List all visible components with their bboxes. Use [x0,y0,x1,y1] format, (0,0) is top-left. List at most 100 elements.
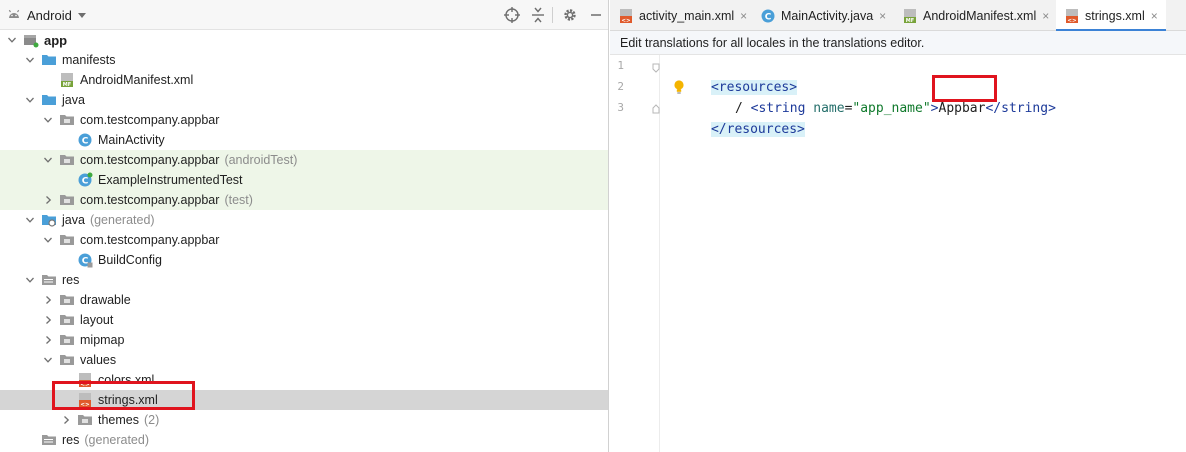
chevron-right-icon[interactable] [60,414,72,426]
gear-icon[interactable] [560,5,580,25]
editor-tab[interactable]: <> strings.xml × [1056,0,1166,32]
fold-close-icon[interactable] [652,104,660,114]
tree-row[interactable]: values [0,350,608,370]
package-icon [60,315,74,325]
manifest-file-icon: MF [904,8,916,24]
package-icon [60,235,74,245]
editor-tab-label: AndroidManifest.xml [923,8,1037,23]
svg-text:C: C [765,12,772,22]
tree-row[interactable]: drawable [0,290,608,310]
tree-row[interactable]: MF AndroidManifest.xml [0,70,608,90]
tree-row[interactable]: res [0,270,608,290]
tree-item-label: mipmap [80,333,125,347]
tree-item-label: com.testcompany.appbar [80,153,220,167]
svg-text:MF: MF [906,18,914,24]
tree-row[interactable]: C BuildConfig [0,250,608,270]
res-folder-icon [42,275,56,285]
line-number-gutter: 1 2 3 [610,55,660,452]
crosshair-icon[interactable] [502,5,522,25]
chevron-down-icon[interactable] [6,34,18,46]
xml-file-icon: <> [1066,8,1078,24]
minimize-icon[interactable] [586,5,606,25]
tree-row[interactable]: java (generated) [0,210,608,230]
tree-item-label: app [44,32,68,48]
module-icon [24,35,39,48]
chevron-down-icon[interactable] [42,154,54,166]
spacer [60,134,72,146]
tree-row[interactable]: mipmap [0,330,608,350]
strings-xml-highlight-box [52,381,195,410]
chevron-down-icon[interactable] [24,274,36,286]
editor-tab[interactable]: MF AndroidManifest.xml × [894,0,1056,31]
tree-item-label: ExampleInstrumentedTest [98,173,243,187]
tree-row[interactable]: com.testcompany.appbar [0,230,608,250]
chevron-right-icon[interactable] [42,334,54,346]
tree-row[interactable]: C ExampleInstrumentedTest [0,170,608,190]
chevron-down-icon[interactable] [24,94,36,106]
spacer [60,174,72,186]
chevron-right-icon[interactable] [42,194,54,206]
code-line-1: <resources> [664,56,798,95]
chevron-down-icon[interactable] [42,234,54,246]
chevron-right-icon[interactable] [42,314,54,326]
code-editor[interactable]: <resources> / <string name="app_name">Ap… [661,55,1186,452]
fold-open-icon[interactable] [652,63,660,73]
package-icon [60,155,74,165]
tree-item-label: com.testcompany.appbar [80,233,220,247]
tree-row[interactable]: layout [0,310,608,330]
collapse-icon[interactable] [528,5,548,25]
class-icon: C [761,9,775,22]
tree-item-label: manifests [62,53,116,67]
tree-item-suffix: (generated) [84,433,149,447]
project-view-selector[interactable]: Android [6,5,87,25]
package-icon [60,335,74,345]
close-tab-icon[interactable]: × [879,9,886,23]
string-value: Appbar [938,101,986,116]
tree-row[interactable]: com.testcompany.appbar (androidTest) [0,150,608,170]
appbar-value-highlight-box [932,75,997,102]
editor-tab[interactable]: <> activity_main.xml × [610,0,752,31]
folder-icon [42,95,56,105]
tree-item-suffix: (generated) [89,213,155,227]
tree-row[interactable]: com.testcompany.appbar [0,110,608,130]
header-divider [552,7,553,23]
package-icon [78,415,92,425]
chevron-right-icon[interactable] [42,294,54,306]
close-tab-icon[interactable]: × [1151,9,1158,23]
translations-editor-banner[interactable]: Edit translations for all locales in the… [610,31,1186,55]
dropdown-arrow-icon [77,13,86,18]
svg-text:C: C [82,176,89,186]
close-tab-icon[interactable]: × [740,9,747,23]
res-folder-icon [42,435,56,445]
chevron-down-icon[interactable] [24,54,36,66]
tree-row[interactable]: C MainActivity [0,130,608,150]
tree-item-label: java [62,93,85,107]
tree-row[interactable]: res (generated) [0,430,608,450]
code-line-3: </resources> [664,98,805,137]
svg-text:<>: <> [621,18,631,24]
package-icon [60,355,74,365]
editor-tab[interactable]: C MainActivity.java × [752,0,894,31]
tree-row[interactable]: app [0,30,608,50]
package-icon [60,195,74,205]
xml-file-icon: <> [620,8,632,24]
tree-item-label: BuildConfig [98,253,162,267]
tree-row[interactable]: java [0,90,608,110]
tree-row[interactable]: com.testcompany.appbar (test) [0,190,608,210]
tree-row[interactable]: themes (2) [0,410,608,430]
tree-row[interactable]: manifests [0,50,608,70]
svg-text:MF: MF [63,82,71,88]
manifest-file-icon: MF [61,73,73,88]
package-icon [60,115,74,125]
close-tab-icon[interactable]: × [1042,9,1049,23]
resources-close-tag: </resources> [710,122,805,137]
line-number: 3 [617,101,624,114]
tree-item-label: MainActivity [98,133,165,147]
tree-item-label: drawable [80,293,131,307]
folder-icon [42,55,56,65]
class-locked-icon: C [78,253,93,268]
chevron-down-icon[interactable] [42,114,54,126]
lightbulb-icon[interactable] [673,79,685,95]
chevron-down-icon[interactable] [42,354,54,366]
chevron-down-icon[interactable] [24,214,36,226]
